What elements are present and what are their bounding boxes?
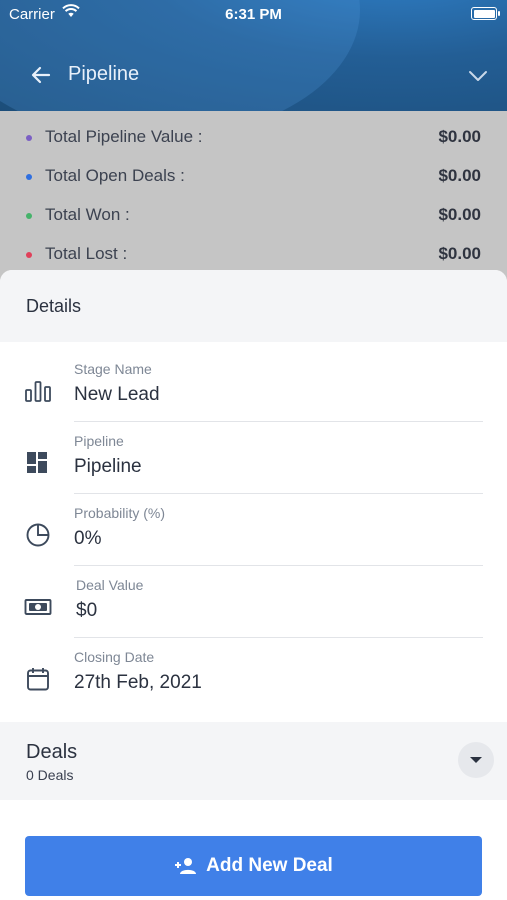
caret-down-icon (470, 757, 482, 763)
deals-count: 0 Deals (26, 767, 74, 783)
field-value[interactable]: $0 (76, 600, 97, 622)
summary-label: Total Pipeline Value : (45, 127, 203, 146)
pipeline-summary: Total Pipeline Value : $0.00 Total Open … (0, 111, 507, 281)
field-value[interactable]: 0% (74, 528, 101, 550)
summary-label: Total Open Deals : (45, 166, 185, 185)
field-stage-name: Stage Name New Lead (0, 361, 507, 433)
pie-chart-icon (24, 521, 52, 549)
details-header: Details (0, 270, 507, 342)
stage-details-sheet: Details Stage Name New Lead Pipeline Pip… (0, 270, 507, 900)
add-person-icon (175, 858, 197, 874)
field-value[interactable]: 27th Feb, 2021 (74, 672, 202, 694)
summary-value: $0.00 (438, 166, 481, 185)
app-header: Carrier 6:31 PM Pipeline (0, 0, 507, 111)
status-dot (26, 213, 32, 219)
deals-title: Deals (26, 741, 78, 763)
summary-row-pipeline-value: Total Pipeline Value : $0.00 (0, 125, 507, 155)
field-label: Deal Value (76, 577, 144, 593)
summary-label: Total Won : (45, 205, 130, 224)
page-title: Pipeline (68, 63, 140, 85)
status-bar: Carrier 6:31 PM (0, 0, 507, 28)
summary-value: $0.00 (438, 127, 481, 146)
divider (74, 637, 483, 638)
divider (74, 421, 483, 422)
summary-row-lost: Total Lost : $0.00 (0, 242, 507, 272)
deals-expand-button[interactable] (458, 742, 494, 778)
dashboard-icon (24, 449, 52, 477)
summary-value: $0.00 (438, 205, 481, 224)
field-label: Stage Name (74, 361, 152, 377)
summary-row-open-deals: Total Open Deals : $0.00 (0, 164, 507, 194)
field-label: Closing Date (74, 649, 155, 665)
add-new-deal-button[interactable]: Add New Deal (25, 836, 482, 896)
field-value[interactable]: New Lead (74, 384, 160, 406)
field-deal-value: Deal Value $0 (0, 577, 507, 649)
chevron-down-icon[interactable] (467, 66, 489, 86)
details-title: Details (26, 296, 82, 316)
status-dot (26, 135, 32, 141)
field-value[interactable]: Pipeline (74, 456, 142, 478)
summary-row-won: Total Won : $0.00 (0, 203, 507, 233)
money-icon (24, 593, 52, 621)
calendar-icon (24, 665, 52, 693)
back-arrow-icon[interactable] (30, 64, 52, 86)
divider (74, 493, 483, 494)
battery-icon (471, 7, 500, 20)
field-closing-date: Closing Date 27th Feb, 2021 (0, 649, 507, 721)
status-dot (26, 252, 32, 258)
summary-value: $0.00 (438, 244, 481, 263)
add-new-deal-label: Add New Deal (206, 855, 333, 876)
field-pipeline: Pipeline Pipeline (0, 433, 507, 505)
clock: 6:31 PM (225, 6, 282, 23)
field-probability: Probability (%) 0% (0, 505, 507, 577)
deals-section[interactable]: Deals 0 Deals (0, 722, 507, 800)
summary-label: Total Lost : (45, 244, 128, 263)
field-label: Pipeline (74, 433, 124, 449)
status-dot (26, 174, 32, 180)
divider (74, 565, 483, 566)
bar-chart-icon (24, 377, 52, 405)
field-label: Probability (%) (74, 505, 166, 521)
